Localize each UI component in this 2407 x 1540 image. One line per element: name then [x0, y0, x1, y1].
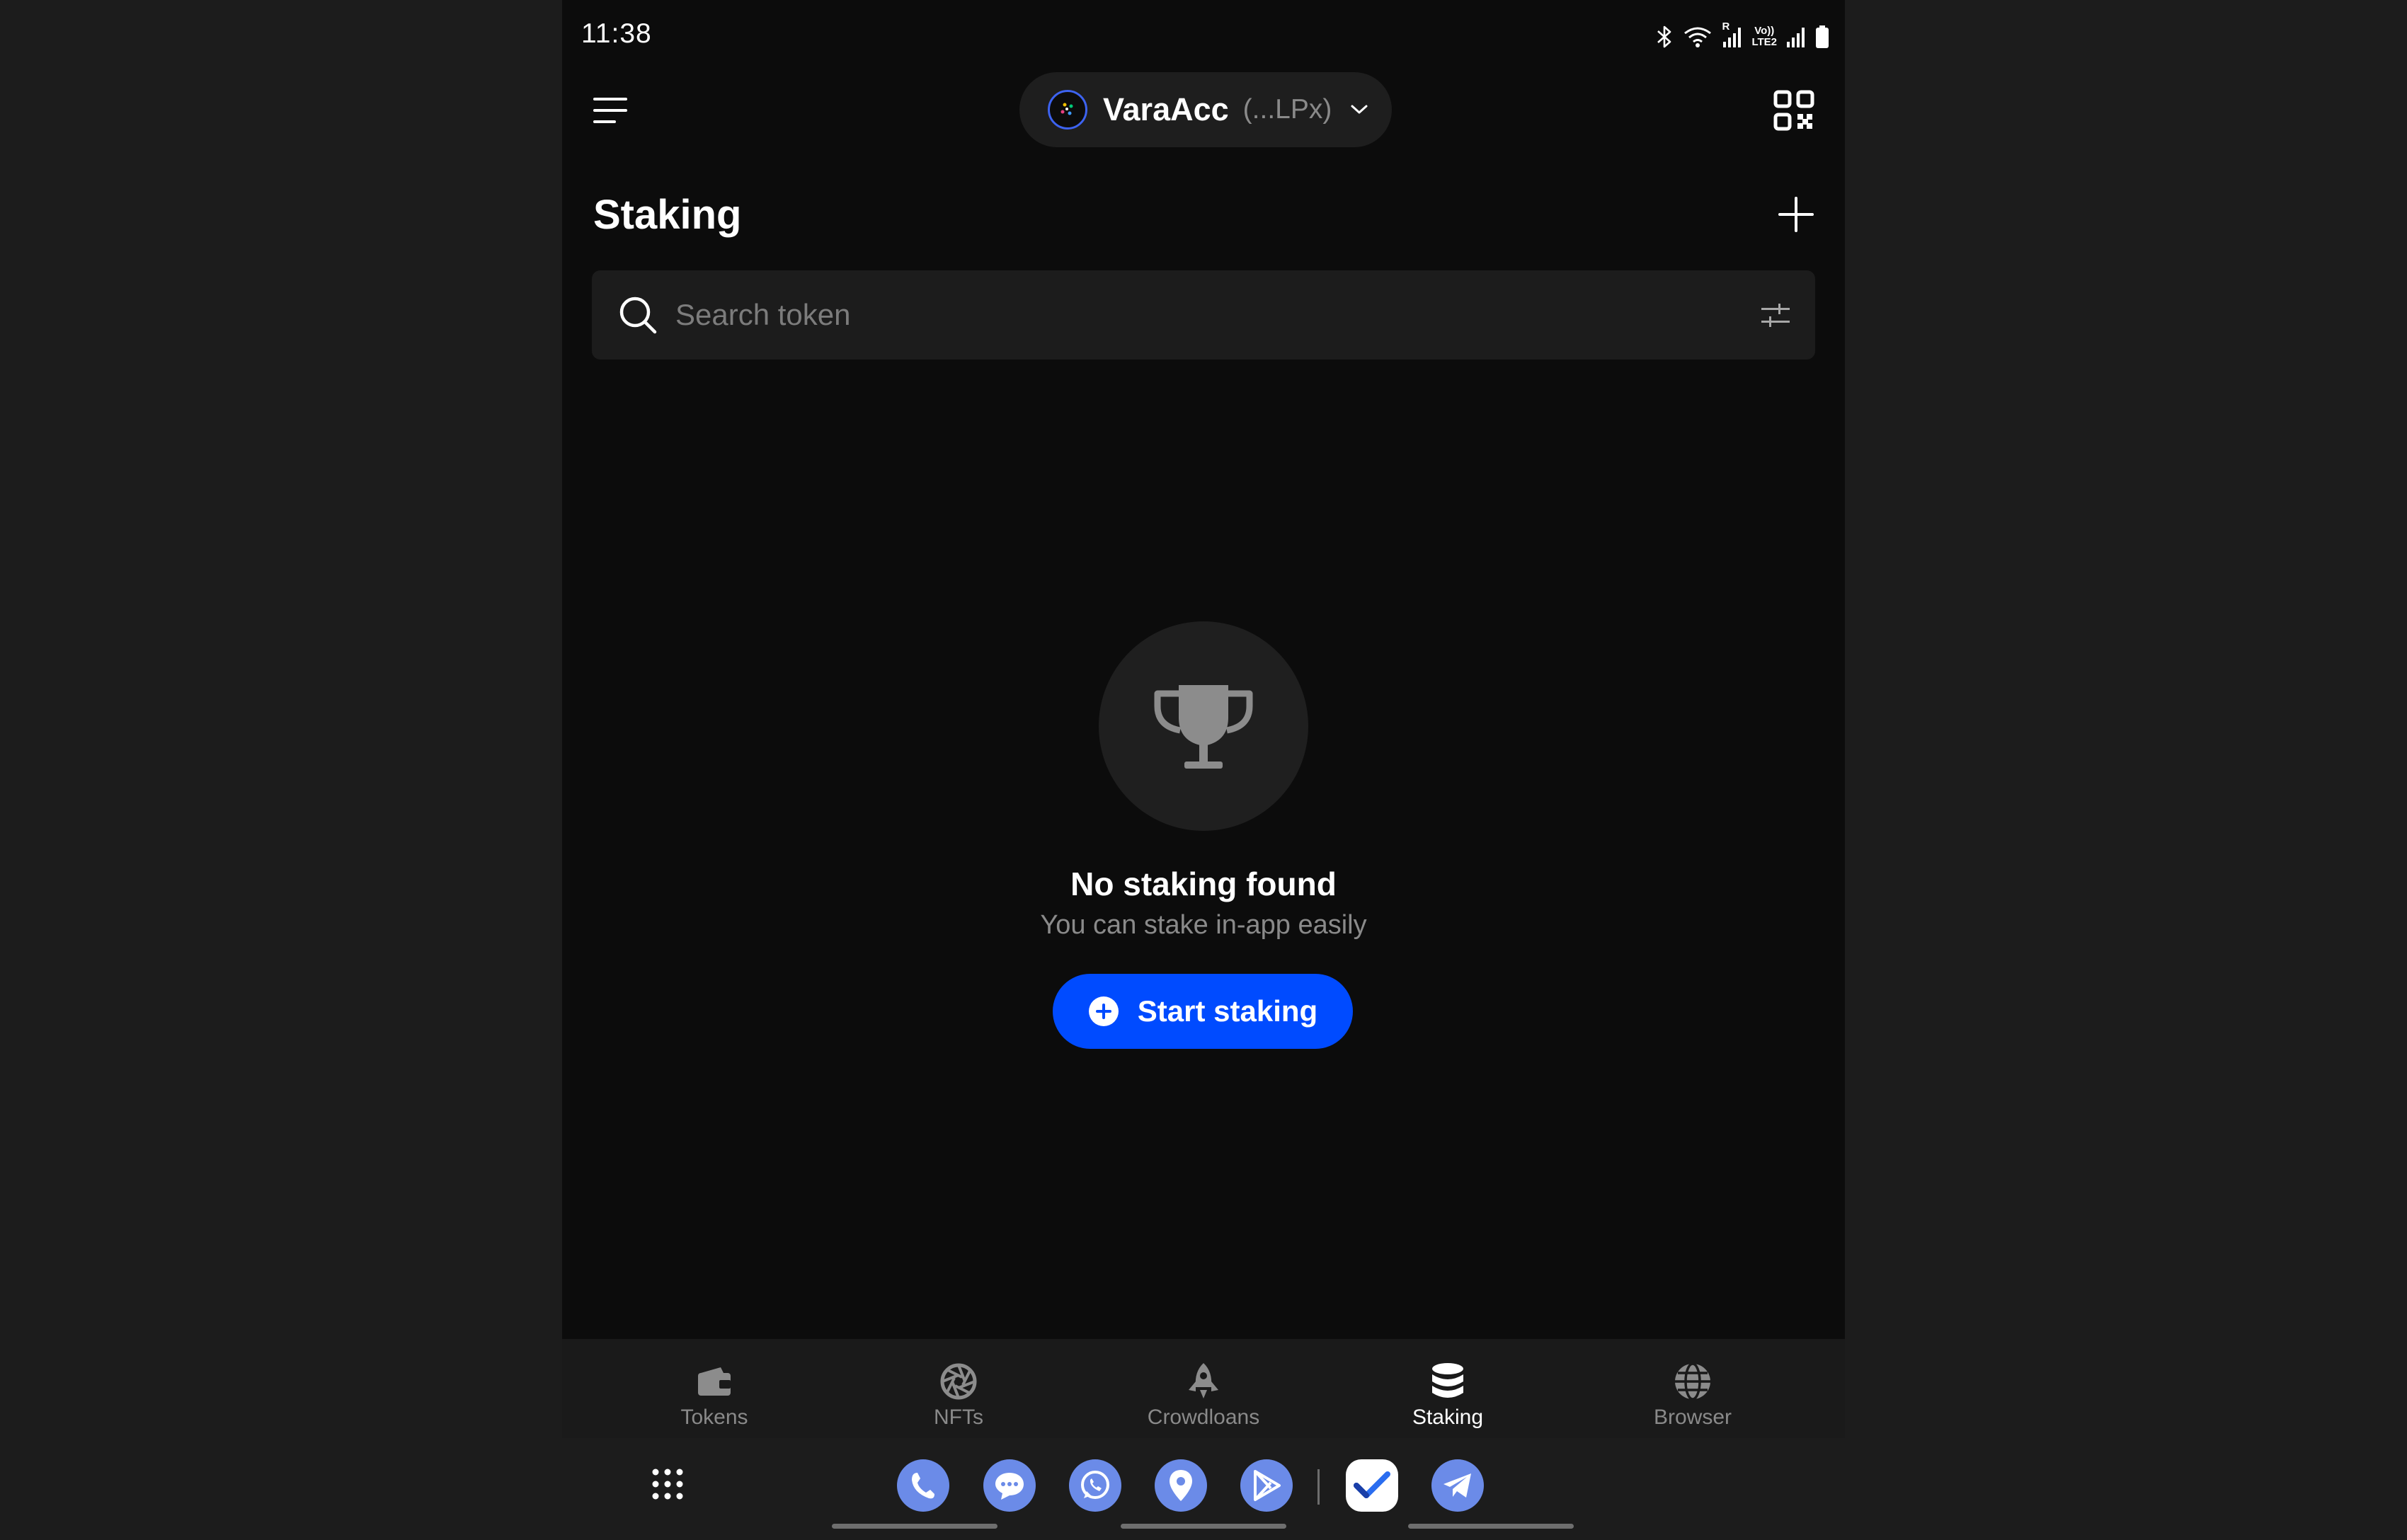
app-window: 11:38 R Vo)) LTE2 VaraAcc (...LPx) Staki…: [562, 0, 1845, 1339]
trophy-icon: [1154, 685, 1253, 769]
lte-label: LTE2: [1751, 36, 1777, 48]
hamburger-icon: [593, 98, 627, 123]
nav-tab-staking[interactable]: Staking: [1342, 1360, 1554, 1430]
filter-button[interactable]: [1753, 292, 1798, 338]
qr-code-button[interactable]: [1773, 89, 1815, 132]
empty-state-subtitle: You can stake in-app easily: [1040, 910, 1367, 940]
search-icon: [619, 297, 657, 334]
bluetooth-icon: [1655, 25, 1674, 49]
bottom-navigation: Tokens NFTs Crowdloans Staking Browser: [562, 1339, 1845, 1438]
page-title: Staking: [593, 192, 742, 238]
dock-divider: [1317, 1469, 1320, 1505]
empty-state-title: No staking found: [1070, 866, 1337, 902]
gesture-bar-left: [832, 1524, 997, 1529]
nav-tab-nfts[interactable]: NFTs: [852, 1360, 1065, 1430]
account-selector[interactable]: VaraAcc (...LPx): [1019, 72, 1392, 147]
volte-indicator: Vo)) LTE2: [1751, 25, 1777, 48]
play-store-app-icon[interactable]: [1240, 1459, 1293, 1512]
phone-app-icon[interactable]: [897, 1459, 949, 1512]
nav-tab-tokens[interactable]: Tokens: [608, 1360, 821, 1430]
qr-code-icon: [1773, 90, 1814, 131]
nav-label-crowdloans: Crowdloans: [1147, 1406, 1260, 1429]
start-staking-button[interactable]: Start staking: [1053, 974, 1353, 1049]
search-bar: [592, 270, 1815, 360]
wifi-icon: [1682, 25, 1713, 49]
nav-tab-crowdloans[interactable]: Crowdloans: [1097, 1360, 1310, 1430]
nav-tab-browser[interactable]: Browser: [1586, 1360, 1799, 1430]
chevron-down-icon: [1350, 104, 1368, 115]
globe-icon: [1671, 1360, 1714, 1403]
app-drawer-button[interactable]: [651, 1468, 684, 1500]
plus-circle-icon: [1088, 996, 1119, 1026]
gesture-bar-center[interactable]: [1121, 1524, 1286, 1529]
signal-icon: [1785, 25, 1807, 49]
menu-button[interactable]: [590, 91, 630, 130]
start-staking-label: Start staking: [1137, 994, 1318, 1028]
whatsapp-app-icon[interactable]: [1069, 1459, 1121, 1512]
roaming-label: R: [1722, 21, 1730, 33]
screen: 11:38 R Vo)) LTE2 VaraAcc (...LPx) Staki…: [0, 0, 2407, 1540]
search-input[interactable]: [674, 270, 1753, 360]
wallet-icon: [693, 1360, 736, 1403]
nav-label-nfts: NFTs: [934, 1406, 983, 1429]
messages-app-icon[interactable]: [983, 1459, 1036, 1512]
tasks-app-icon[interactable]: [1346, 1459, 1398, 1512]
status-time: 11:38: [581, 18, 652, 49]
gesture-bar-right: [1408, 1524, 1574, 1529]
maps-app-icon[interactable]: [1155, 1459, 1207, 1512]
nav-label-staking: Staking: [1412, 1406, 1484, 1429]
rocket-icon: [1182, 1360, 1225, 1403]
account-name: VaraAcc: [1103, 91, 1229, 127]
empty-state-illustration: [1099, 621, 1308, 831]
sliders-icon: [1761, 304, 1790, 327]
nav-label-tokens: Tokens: [680, 1406, 748, 1429]
status-icons: R Vo)) LTE2: [1655, 21, 1829, 52]
volte-label: Vo)): [1754, 25, 1775, 37]
account-address: (...LPx): [1242, 94, 1332, 125]
plus-icon: [1778, 197, 1814, 232]
telegram-app-icon[interactable]: [1431, 1459, 1484, 1512]
database-icon: [1427, 1360, 1469, 1403]
nav-label-browser: Browser: [1653, 1406, 1732, 1429]
signal-roaming-icon: R: [1722, 21, 1743, 49]
grid-dots-icon: [652, 1469, 683, 1500]
add-staking-button[interactable]: [1774, 192, 1818, 236]
vara-logo-icon: [1048, 90, 1087, 130]
aperture-icon: [937, 1360, 980, 1403]
battery-icon: [1815, 25, 1829, 49]
